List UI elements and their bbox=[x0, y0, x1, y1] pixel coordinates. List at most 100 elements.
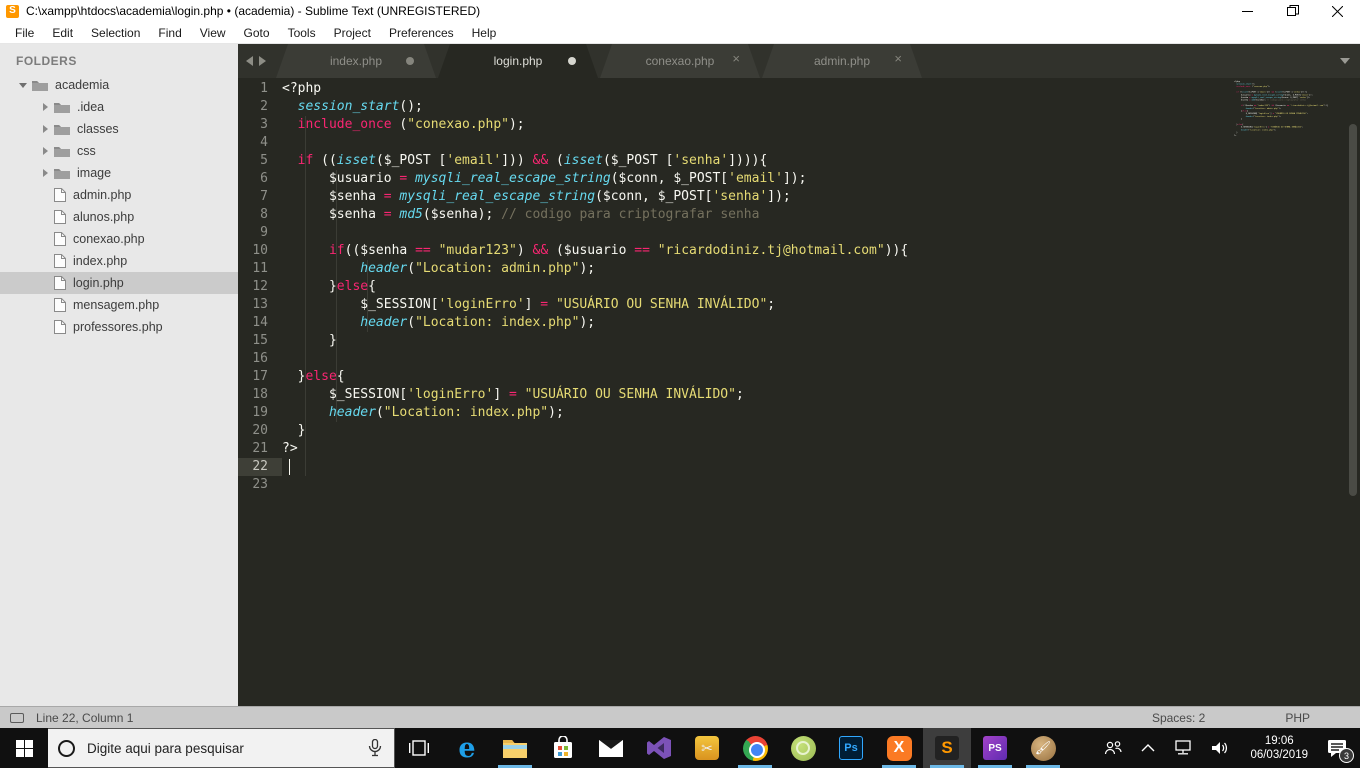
task-view-button[interactable] bbox=[395, 728, 443, 768]
code-line-18[interactable]: 18 $_SESSION['loginErro'] = "USUÁRIO OU … bbox=[238, 386, 908, 404]
menu-goto[interactable]: Goto bbox=[235, 22, 279, 44]
sidebar-folder--idea[interactable]: .idea bbox=[0, 96, 238, 118]
tab-login-php[interactable]: login.php bbox=[438, 44, 598, 78]
sidebar-folder-academia[interactable]: academia bbox=[0, 74, 238, 96]
chevron-down-icon[interactable] bbox=[19, 83, 27, 88]
code-line-7[interactable]: 7 $senha = mysqli_real_escape_string($co… bbox=[238, 188, 908, 206]
menu-find[interactable]: Find bbox=[149, 22, 190, 44]
network-button[interactable] bbox=[1166, 728, 1200, 768]
tab-index-php[interactable]: index.php bbox=[276, 44, 436, 78]
code-line-3[interactable]: 3 include_once ("conexao.php"); bbox=[238, 116, 908, 134]
vertical-scrollbar[interactable] bbox=[1349, 124, 1357, 496]
volume-button[interactable] bbox=[1204, 728, 1238, 768]
tab-overflow-button[interactable] bbox=[1340, 44, 1360, 78]
tab-close-icon[interactable]: × bbox=[894, 52, 902, 65]
xampp-taskbar-button[interactable]: X bbox=[875, 728, 923, 768]
tab-admin-php[interactable]: admin.php× bbox=[762, 44, 922, 78]
edge-taskbar-button[interactable]: e bbox=[443, 728, 491, 768]
menu-preferences[interactable]: Preferences bbox=[380, 22, 463, 44]
tab-close-icon[interactable]: × bbox=[732, 52, 740, 65]
code-line-14[interactable]: 14 header("Location: index.php"); bbox=[238, 314, 908, 332]
sidebar-folder-image[interactable]: image bbox=[0, 162, 238, 184]
minimap[interactable]: <?php session_start(); include_once ("co… bbox=[1234, 80, 1346, 200]
menu-edit[interactable]: Edit bbox=[43, 22, 82, 44]
visual-studio-taskbar-button[interactable] bbox=[635, 728, 683, 768]
code-line-15[interactable]: 15 } bbox=[238, 332, 908, 350]
menu-help[interactable]: Help bbox=[463, 22, 506, 44]
phpstorm-taskbar-button[interactable]: PS bbox=[971, 728, 1019, 768]
code-line-5[interactable]: 5 if ((isset($_POST ['email'])) && (isse… bbox=[238, 152, 908, 170]
gimp-taskbar-button[interactable]: 🖌 bbox=[1019, 728, 1067, 768]
chrome-icon bbox=[742, 735, 768, 761]
tree-item-label: .idea bbox=[77, 100, 104, 114]
code-line-6[interactable]: 6 $usuario = mysqli_real_escape_string($… bbox=[238, 170, 908, 188]
code-line-16[interactable]: 16 bbox=[238, 350, 908, 368]
sidebar-folder-classes[interactable]: classes bbox=[0, 118, 238, 140]
clock[interactable]: 19:06 06/03/2019 bbox=[1242, 734, 1316, 762]
menu-project[interactable]: Project bbox=[325, 22, 380, 44]
code-line-21[interactable]: 21?> bbox=[238, 440, 908, 458]
sidebar-file-login-php[interactable]: login.php bbox=[0, 272, 238, 294]
close-button[interactable] bbox=[1315, 0, 1360, 22]
chevron-right-icon[interactable] bbox=[43, 147, 48, 155]
sidebar-file-index-php[interactable]: index.php bbox=[0, 250, 238, 272]
chevron-right-icon[interactable] bbox=[43, 103, 48, 111]
sidebar-file-professores-php[interactable]: professores.php bbox=[0, 316, 238, 338]
menu-selection[interactable]: Selection bbox=[82, 22, 149, 44]
show-hidden-icons-button[interactable] bbox=[1134, 728, 1162, 768]
tab-scroll-left-icon[interactable] bbox=[246, 56, 253, 66]
sidebar-file-mensagem-php[interactable]: mensagem.php bbox=[0, 294, 238, 316]
sublime-text-taskbar-button[interactable]: S bbox=[923, 728, 971, 768]
file-icon bbox=[54, 254, 66, 268]
photoshop-taskbar-button[interactable]: Ps bbox=[827, 728, 875, 768]
android-studio-taskbar-button[interactable] bbox=[779, 728, 827, 768]
code-line-1[interactable]: 1<?php bbox=[238, 80, 908, 98]
people-button[interactable] bbox=[1096, 728, 1130, 768]
code-line-17[interactable]: 17 }else{ bbox=[238, 368, 908, 386]
code-line-22[interactable]: 22 bbox=[238, 458, 908, 476]
mail-taskbar-button[interactable] bbox=[587, 728, 635, 768]
sidebar-file-admin-php[interactable]: admin.php bbox=[0, 184, 238, 206]
menu-tools[interactable]: Tools bbox=[279, 22, 325, 44]
file-icon bbox=[54, 232, 66, 246]
code-line-8[interactable]: 8 $senha = md5($senha); // codigo para c… bbox=[238, 206, 908, 224]
microphone-icon[interactable] bbox=[368, 739, 382, 757]
menu-view[interactable]: View bbox=[191, 22, 235, 44]
chevron-right-icon[interactable] bbox=[43, 125, 48, 133]
panel-toggle-icon[interactable] bbox=[10, 713, 24, 723]
chevron-right-icon[interactable] bbox=[43, 169, 48, 177]
sidebar-file-alunos-php[interactable]: alunos.php bbox=[0, 206, 238, 228]
action-center-button[interactable]: 3 bbox=[1320, 728, 1356, 768]
sidebar-folder-css[interactable]: css bbox=[0, 140, 238, 162]
indent-setting[interactable]: Spaces: 2 bbox=[1152, 711, 1205, 725]
code-line-19[interactable]: 19 header("Location: index.php"); bbox=[238, 404, 908, 422]
folder-icon bbox=[54, 101, 70, 113]
task-view-icon bbox=[409, 739, 429, 757]
chrome-taskbar-button[interactable] bbox=[731, 728, 779, 768]
code-line-4[interactable]: 4 bbox=[238, 134, 908, 152]
microsoft-store-taskbar-button[interactable] bbox=[539, 728, 587, 768]
taskbar-search[interactable] bbox=[48, 728, 395, 768]
start-button[interactable] bbox=[0, 728, 48, 768]
minimize-button[interactable] bbox=[1225, 0, 1270, 22]
restore-button[interactable] bbox=[1270, 0, 1315, 22]
code-line-2[interactable]: 2 session_start(); bbox=[238, 98, 908, 116]
code-line-23[interactable]: 23 bbox=[238, 476, 908, 494]
file-explorer-taskbar-button[interactable] bbox=[491, 728, 539, 768]
sidebar-file-conexao-php[interactable]: conexao.php bbox=[0, 228, 238, 250]
tab-scroll-right-icon[interactable] bbox=[259, 56, 266, 66]
code-line-20[interactable]: 20 } bbox=[238, 422, 908, 440]
code-area[interactable]: 1<?php2 session_start();3 include_once (… bbox=[238, 78, 1360, 706]
code-line-11[interactable]: 11 header("Location: admin.php"); bbox=[238, 260, 908, 278]
code-line-12[interactable]: 12 }else{ bbox=[238, 278, 908, 296]
tools-app-taskbar-button[interactable]: ✂ bbox=[683, 728, 731, 768]
tree-item-label: admin.php bbox=[73, 188, 131, 202]
tab-conexao-php[interactable]: conexao.php× bbox=[600, 44, 760, 78]
code-line-10[interactable]: 10 if(($senha == "mudar123") && ($usuari… bbox=[238, 242, 908, 260]
line-content: <?php bbox=[282, 80, 321, 98]
menu-file[interactable]: File bbox=[6, 22, 43, 44]
code-line-13[interactable]: 13 $_SESSION['loginErro'] = "USUÁRIO OU … bbox=[238, 296, 908, 314]
code-line-9[interactable]: 9 bbox=[238, 224, 908, 242]
search-input[interactable] bbox=[87, 741, 356, 756]
syntax-mode[interactable]: PHP bbox=[1285, 711, 1310, 725]
